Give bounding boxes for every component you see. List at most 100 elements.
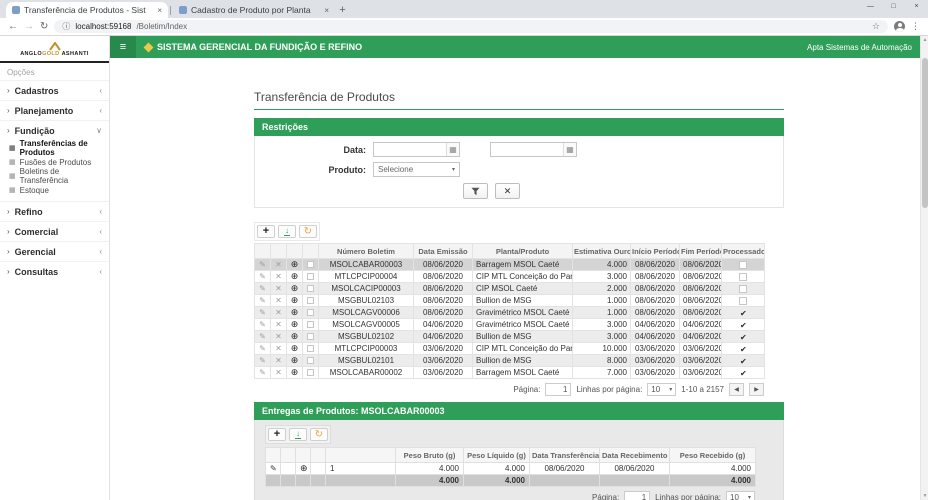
page-number-input[interactable]: 1: [624, 491, 651, 500]
back-button[interactable]: ←: [8, 21, 18, 32]
rows-per-page-select[interactable]: 10 ▾: [726, 491, 755, 500]
sidebar-item-planejamento[interactable]: › Planejamento ‹: [0, 100, 109, 120]
boletim-row[interactable]: ✎ ✕ ⊕ MSOLCABAR00003 08/06/2020 Barragem…: [254, 258, 765, 271]
tab-close-icon[interactable]: ×: [157, 6, 162, 15]
add-circle-icon[interactable]: ⊕: [300, 464, 308, 474]
row-checkbox[interactable]: [307, 261, 314, 269]
date-from-input[interactable]: ▦: [373, 142, 460, 157]
add-delivery-icon[interactable]: ⊕: [291, 308, 299, 318]
delete-icon[interactable]: ✕: [275, 272, 282, 281]
entrega-row[interactable]: ✎ ⊕ 1 4.000 4.000 08/06/2020 08/06/2020 …: [265, 462, 756, 475]
add-delivery-icon[interactable]: ⊕: [291, 296, 299, 306]
browser-tab-active[interactable]: Transferência de Produtos - Sist ×: [6, 2, 168, 18]
window-minimize-button[interactable]: —: [859, 0, 882, 13]
row-checkbox[interactable]: [307, 333, 314, 341]
processado-checkbox[interactable]: [739, 272, 747, 281]
add-delivery-icon[interactable]: ⊕: [291, 332, 299, 342]
edit-icon[interactable]: ✎: [259, 272, 266, 281]
profile-avatar[interactable]: [894, 21, 905, 32]
calendar-icon[interactable]: ▦: [563, 143, 576, 156]
delete-icon[interactable]: ✕: [275, 284, 282, 293]
delete-icon[interactable]: ✕: [275, 344, 282, 353]
prev-page-button[interactable]: ◀: [729, 383, 744, 396]
row-checkbox[interactable]: [307, 357, 314, 365]
boletim-row[interactable]: ✎ ✕ ⊕ MSOLCABAR00002 03/06/2020 Barragem…: [254, 366, 765, 379]
sidebar-item-refino[interactable]: › Refino ‹: [0, 201, 109, 221]
tab-close-icon[interactable]: ×: [324, 6, 329, 15]
next-page-button[interactable]: ▶: [749, 383, 764, 396]
processado-checkbox[interactable]: ✔: [739, 345, 747, 353]
scroll-up-arrow[interactable]: ▲: [921, 36, 928, 44]
vertical-scrollbar[interactable]: ▲ ▼: [920, 36, 928, 500]
refresh-button[interactable]: ↻: [299, 225, 317, 238]
boletim-row[interactable]: ✎ ✕ ⊕ MSOLCACIP00003 08/06/2020 CIP MSOL…: [254, 282, 765, 295]
edit-icon[interactable]: ✎: [259, 284, 266, 293]
row-checkbox[interactable]: [307, 285, 314, 293]
boletim-row[interactable]: ✎ ✕ ⊕ MTLCPCIP00004 08/06/2020 CIP MTL C…: [254, 270, 765, 283]
processado-checkbox[interactable]: ✔: [739, 321, 747, 329]
site-info-icon[interactable]: ⓘ: [62, 21, 70, 32]
delete-icon[interactable]: ✕: [275, 260, 282, 269]
date-to-input[interactable]: ▦: [490, 142, 577, 157]
detail-refresh-button[interactable]: ↻: [310, 428, 328, 441]
apply-filter-button[interactable]: [463, 183, 488, 199]
window-close-button[interactable]: ×: [905, 0, 928, 13]
delete-icon[interactable]: ✕: [275, 308, 282, 317]
sidebar-item-consultas[interactable]: › Consultas ‹: [0, 261, 109, 281]
edit-icon[interactable]: ✎: [259, 260, 266, 269]
produto-select[interactable]: Selecione ▾: [373, 162, 460, 177]
row-checkbox[interactable]: [307, 369, 314, 377]
hamburger-menu-button[interactable]: ≡: [110, 36, 136, 58]
boletim-row[interactable]: ✎ ✕ ⊕ MSGBUL02101 03/06/2020 Bullion de …: [254, 354, 765, 367]
row-checkbox[interactable]: [307, 345, 314, 353]
url-bar[interactable]: ⓘ localhost:59168 /Boletim/Index ☆: [54, 20, 888, 33]
export-button[interactable]: ↓: [278, 225, 296, 238]
edit-icon[interactable]: ✎: [259, 332, 266, 341]
add-delivery-icon[interactable]: ⊕: [291, 344, 299, 354]
sidebar-item-comercial[interactable]: › Comercial ‹: [0, 221, 109, 241]
delete-icon[interactable]: ✕: [275, 356, 282, 365]
boletim-row[interactable]: ✎ ✕ ⊕ MSOLCAGV00005 04/06/2020 Gravimétr…: [254, 318, 765, 331]
boletim-row[interactable]: ✎ ✕ ⊕ MSGBUL02102 04/06/2020 Bullion de …: [254, 330, 765, 343]
boletim-row[interactable]: ✎ ✕ ⊕ MTLCPCIP00003 03/06/2020 CIP MTL C…: [254, 342, 765, 355]
reload-button[interactable]: ↻: [40, 21, 48, 32]
delete-icon[interactable]: ✕: [275, 320, 282, 329]
row-checkbox[interactable]: [307, 273, 314, 281]
sidebar-subitem-estoque[interactable]: ▦ Estoque: [0, 183, 109, 197]
page-number-input[interactable]: 1: [545, 383, 572, 396]
add-delivery-icon[interactable]: ⊕: [291, 272, 299, 282]
delete-icon[interactable]: ✕: [275, 296, 282, 305]
browser-menu-icon[interactable]: ⋮: [911, 21, 920, 32]
edit-icon[interactable]: ✎: [270, 464, 277, 473]
row-checkbox[interactable]: [307, 297, 314, 305]
processado-checkbox[interactable]: ✔: [739, 333, 747, 341]
rows-per-page-select[interactable]: 10 ▾: [647, 383, 677, 396]
sidebar-subitem-boletins-de-transferencia[interactable]: ▦ Boletins de Transferência: [0, 167, 109, 185]
sidebar-item-gerencial[interactable]: › Gerencial ‹: [0, 241, 109, 261]
delete-icon[interactable]: ✕: [275, 332, 282, 341]
detail-add-button[interactable]: +: [268, 428, 286, 441]
scrollbar-thumb[interactable]: [922, 58, 928, 208]
edit-icon[interactable]: ✎: [259, 296, 266, 305]
processado-checkbox[interactable]: [739, 284, 747, 293]
add-delivery-icon[interactable]: ⊕: [291, 356, 299, 366]
processado-checkbox[interactable]: ✔: [739, 309, 747, 317]
boletim-row[interactable]: ✎ ✕ ⊕ MSOLCAGV00006 08/06/2020 Gravimétr…: [254, 306, 765, 319]
delete-icon[interactable]: ✕: [275, 368, 282, 377]
add-delivery-icon[interactable]: ⊕: [291, 320, 299, 330]
edit-icon[interactable]: ✎: [259, 356, 266, 365]
processado-checkbox[interactable]: ✔: [739, 357, 747, 365]
add-delivery-icon[interactable]: ⊕: [291, 260, 299, 270]
edit-icon[interactable]: ✎: [259, 368, 266, 377]
processado-checkbox[interactable]: [739, 296, 747, 305]
add-delivery-icon[interactable]: ⊕: [291, 284, 299, 294]
window-maximize-button[interactable]: □: [882, 0, 905, 13]
browser-tab-2[interactable]: Cadastro de Produto por Planta ×: [173, 2, 335, 18]
add-delivery-icon[interactable]: ⊕: [291, 368, 299, 378]
row-checkbox[interactable]: [307, 321, 314, 329]
new-tab-button[interactable]: +: [335, 2, 350, 17]
add-button[interactable]: +: [257, 225, 275, 238]
sidebar-subitem-transferencias-de-produtos[interactable]: ▦ Transferências de Produtos: [0, 139, 109, 157]
sidebar-item-cadastros[interactable]: › Cadastros ‹: [0, 80, 109, 100]
clear-filter-button[interactable]: ✕: [495, 183, 520, 199]
